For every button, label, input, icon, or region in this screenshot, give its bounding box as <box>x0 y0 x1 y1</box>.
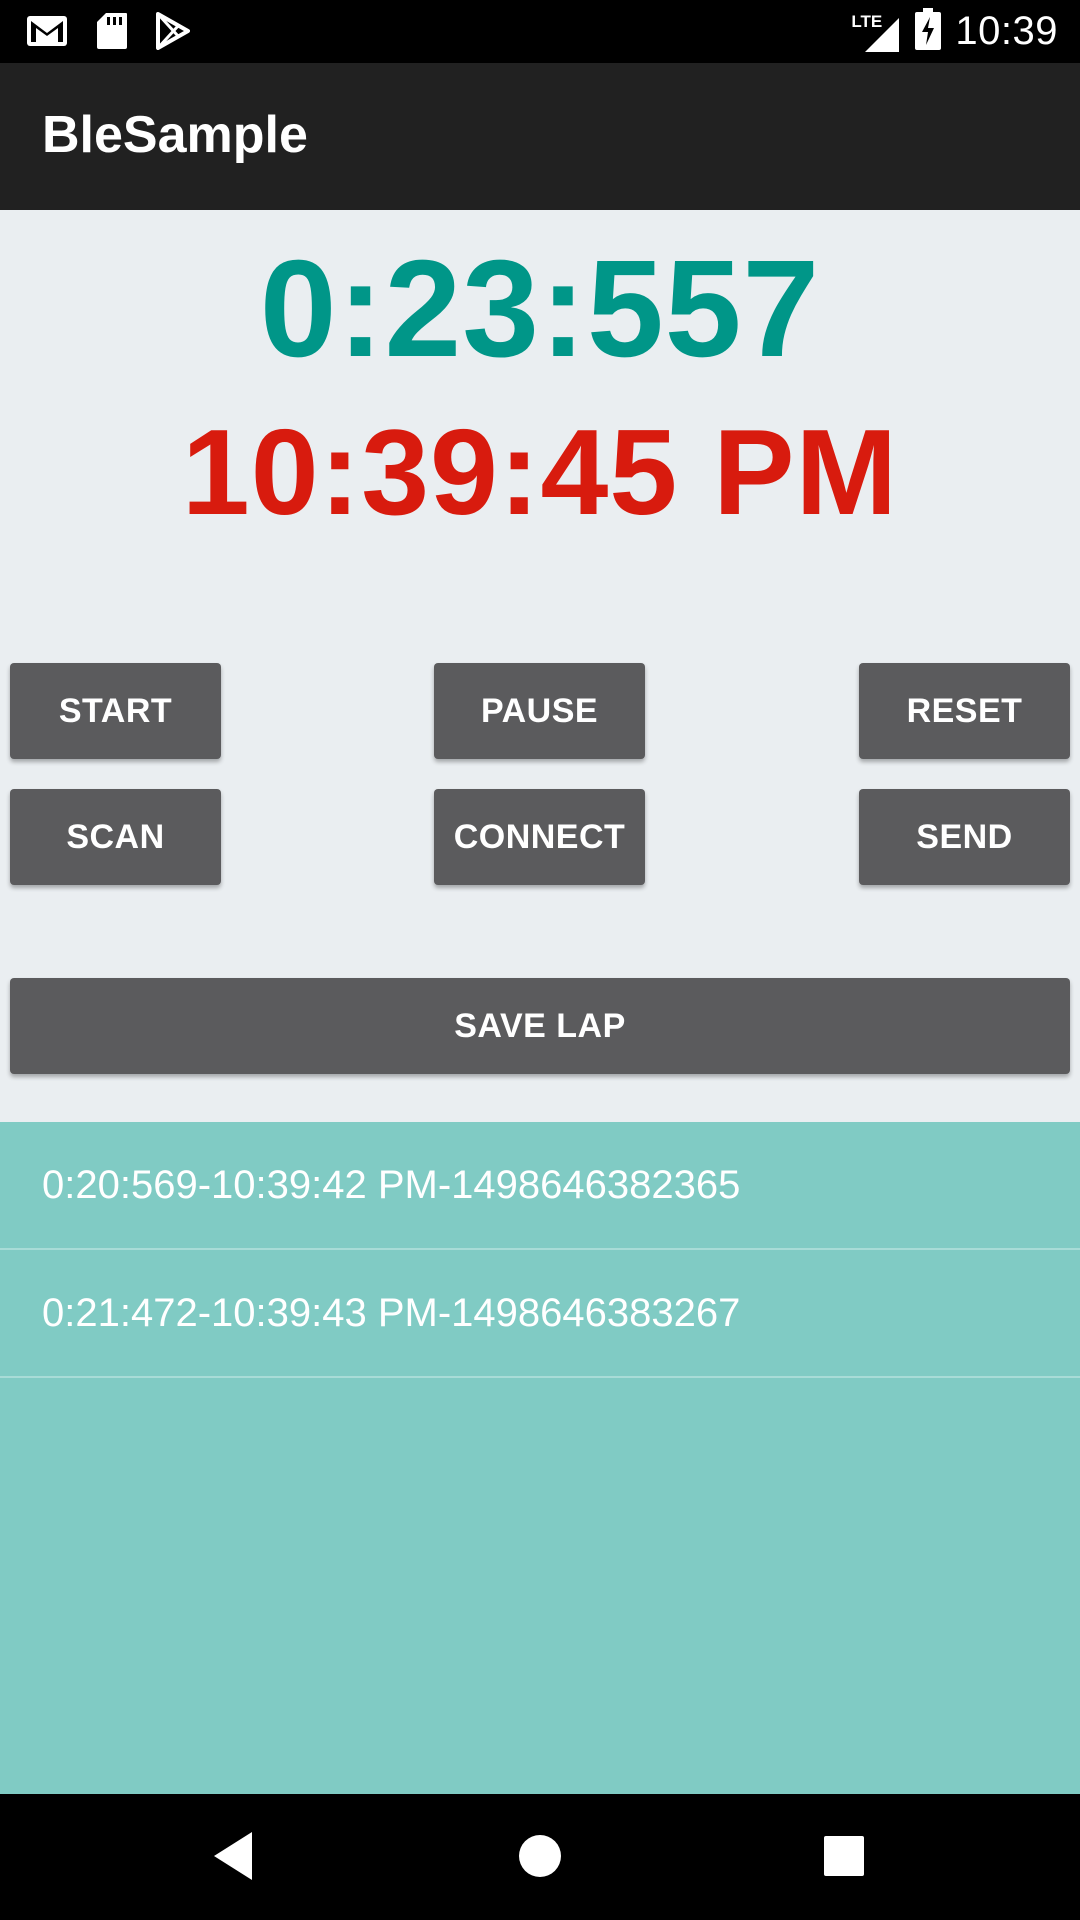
pause-button[interactable]: PAUSE <box>434 663 645 759</box>
play-store-icon <box>156 12 190 55</box>
scan-button[interactable]: SCAN <box>10 789 221 885</box>
recents-icon[interactable] <box>824 1836 864 1881</box>
app-title: BleSample <box>42 106 308 164</box>
start-button[interactable]: START <box>10 663 221 759</box>
save-lap-button[interactable]: SAVE LAP <box>10 978 1070 1074</box>
clock-display: 10:39:45 PM <box>181 404 899 540</box>
sd-card-icon <box>96 12 128 55</box>
connect-button[interactable]: CONNECT <box>434 789 645 885</box>
reset-button[interactable]: RESET <box>859 663 1070 759</box>
gmail-icon <box>26 15 68 52</box>
lap-list[interactable]: 0:20:569-10:39:42 PM-1498646382365 0:21:… <box>0 1122 1080 1794</box>
lte-signal-icon: LTE <box>851 10 901 54</box>
main-content: 0:23:557 10:39:45 PM START PAUSE RESET S… <box>0 210 1080 1122</box>
navigation-bar <box>0 1794 1080 1920</box>
list-item[interactable]: 0:20:569-10:39:42 PM-1498646382365 <box>0 1122 1080 1250</box>
stopwatch-display: 0:23:557 <box>259 232 821 386</box>
back-icon[interactable] <box>210 1830 256 1887</box>
home-icon[interactable] <box>518 1834 562 1883</box>
battery-charging-icon <box>915 8 942 55</box>
list-item[interactable]: 0:21:472-10:39:43 PM-1498646383267 <box>0 1250 1080 1378</box>
app-bar: BleSample <box>0 63 1080 210</box>
status-bar: LTE 10:39 <box>0 0 1080 63</box>
status-time: 10:39 <box>955 9 1058 53</box>
send-button[interactable]: SEND <box>859 789 1070 885</box>
